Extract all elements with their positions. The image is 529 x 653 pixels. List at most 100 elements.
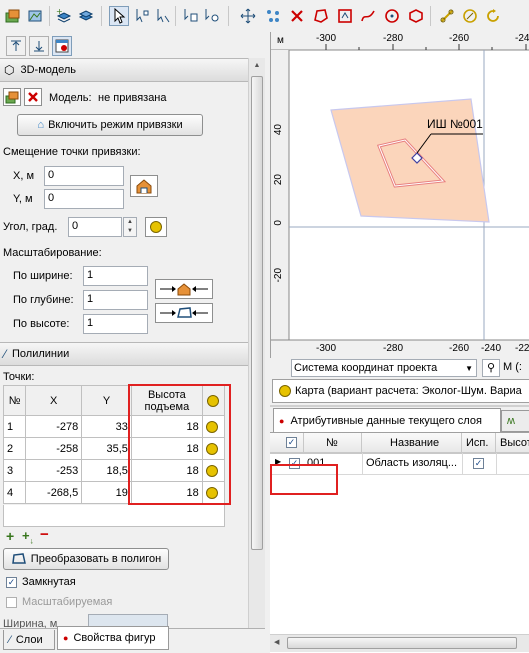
add-point-icon[interactable]: + — [6, 528, 14, 544]
map-view[interactable]: м -300 -280 -260 -240 40 20 0 -20 -300 -… — [270, 32, 529, 358]
row-used-checkbox[interactable]: ✓ — [473, 458, 484, 469]
map-canvas[interactable] — [271, 32, 529, 358]
polyline-panel-header[interactable]: ⁄ Полилинии — [0, 342, 248, 366]
rectangle-icon[interactable] — [406, 6, 426, 26]
main-toolbar: + — [0, 0, 529, 32]
remove-point-icon[interactable]: − — [40, 526, 49, 543]
layer-add-icon[interactable] — [3, 6, 23, 26]
rotate-icon[interactable] — [483, 6, 503, 26]
table-empty-area — [3, 505, 225, 527]
row-name[interactable]: Область изоляц... — [366, 457, 457, 469]
coord-system-select[interactable]: Система координат проекта ▼ — [291, 359, 477, 377]
col-n[interactable]: № — [2, 385, 27, 416]
layer-map-icon[interactable] — [25, 6, 45, 26]
top-tick-label: -300 — [316, 33, 337, 44]
polyline-icon-small: ⁄ — [4, 347, 7, 361]
depth-label: По глубине: — [13, 294, 74, 306]
zoom-icon[interactable]: ⚲ — [482, 359, 500, 377]
col-x[interactable]: X — [25, 385, 83, 416]
height-label: По высоте: — [13, 318, 70, 330]
move-node-icon[interactable] — [202, 6, 222, 26]
y-offset-input[interactable]: 0 — [44, 189, 124, 209]
add-layer-icon[interactable]: + — [54, 6, 74, 26]
map-tab-icon — [279, 385, 291, 397]
snap-icon[interactable] — [460, 6, 480, 26]
move-down-icon[interactable] — [29, 36, 49, 56]
grid-select-col[interactable]: ✓ — [270, 433, 304, 453]
model-panel-header[interactable]: ⬡ 3D-модель — [0, 58, 248, 82]
model-label: Модель: — [49, 92, 92, 104]
bottom-tick-label: -22 — [515, 343, 529, 354]
circle-icon[interactable] — [382, 6, 402, 26]
model-load-icon[interactable] — [3, 88, 21, 106]
angle-spinner[interactable]: ▲ ▼ — [123, 217, 137, 237]
scale-shape-icon[interactable] — [155, 303, 213, 323]
grid-col-name[interactable]: Название — [362, 433, 462, 453]
closed-checkbox[interactable]: ✓ Замкнутая — [6, 576, 76, 588]
left-panel-scrollbar[interactable]: ▲ — [248, 58, 265, 630]
col-y[interactable]: Y — [81, 385, 132, 416]
pointer-icon[interactable] — [109, 6, 129, 26]
shape-icon[interactable] — [311, 6, 331, 26]
grid-col-height[interactable]: Высот — [496, 433, 529, 453]
grid-col-used[interactable]: Исп. — [462, 433, 496, 453]
scale-title: Масштабирование: — [3, 247, 102, 259]
svg-text:+: + — [56, 8, 63, 16]
move-up-icon[interactable] — [6, 36, 26, 56]
polyline-icon[interactable] — [358, 6, 378, 26]
delete-icon[interactable] — [287, 6, 307, 26]
scroll-thumb[interactable] — [251, 76, 263, 550]
top-tick-label: -240 — [515, 33, 529, 44]
node-pointer-icon[interactable] — [132, 6, 152, 26]
feature-label[interactable]: ИШ №001 — [427, 117, 483, 131]
tab-attributes[interactable]: ● Атрибутивные данные текущего слоя — [273, 408, 501, 432]
properties-icon[interactable] — [52, 36, 72, 56]
height-input[interactable]: 1 — [83, 314, 148, 334]
axis-unit-label: м — [277, 35, 284, 46]
bottom-tick-label: -300 — [316, 343, 337, 354]
scale-house-icon[interactable] — [155, 279, 213, 299]
map-tab[interactable]: Карта (вариант расчета: Эколог-Шум. Вари… — [272, 379, 529, 403]
layers-icon[interactable] — [76, 6, 96, 26]
select-icon[interactable] — [153, 6, 173, 26]
left-tick-label: 20 — [273, 174, 284, 186]
convert-polygon-button[interactable]: Преобразовать в полигон — [3, 548, 169, 570]
closed-check-mark: ✓ — [6, 576, 17, 588]
attr-tab-icon: ● — [279, 415, 285, 426]
model-remove-icon[interactable] — [24, 88, 42, 106]
copy-icon[interactable] — [181, 6, 201, 26]
points-label: Точки: — [3, 371, 35, 383]
scalable-label: Масштабируемая — [22, 596, 113, 608]
depth-input[interactable]: 1 — [83, 290, 148, 310]
scalable-checkbox[interactable]: Масштабируемая — [6, 596, 112, 608]
bottom-tick-label: -260 — [449, 343, 470, 354]
left-panel: ⬡ 3D-модель Модель: не привязана ⌂ Включ… — [0, 58, 265, 630]
bind-mode-button[interactable]: ⌂ Включить режим привязки — [17, 114, 203, 136]
x-label: X, м — [13, 170, 35, 182]
select-all-checkbox[interactable]: ✓ — [286, 437, 297, 448]
attr-hscrollbar[interactable]: ◀ — [270, 634, 529, 652]
curve-icon[interactable] — [335, 6, 355, 26]
tab-other[interactable]: ʍ — [501, 410, 529, 432]
move-icon[interactable] — [238, 6, 258, 26]
link-icon[interactable] — [437, 6, 457, 26]
x-offset-input[interactable]: 0 — [44, 166, 124, 186]
scroll-up-arrow[interactable]: ▲ — [249, 58, 265, 74]
angle-pick-icon[interactable] — [145, 217, 167, 237]
tab-layers[interactable]: ⁄ Слои — [3, 630, 55, 650]
scatter-icon[interactable] — [263, 6, 283, 26]
width-label: По ширине: — [13, 270, 73, 282]
scroll-left-arrow[interactable]: ◀ — [274, 638, 279, 646]
cube-icon: ⬡ — [4, 63, 15, 77]
model-status: не привязана — [98, 92, 167, 104]
tab-shape-props[interactable]: ● Свойства фигур — [57, 626, 169, 650]
y-label: Y, м — [13, 193, 33, 205]
hscroll-thumb[interactable] — [287, 637, 517, 649]
grid-col-n[interactable]: № — [304, 433, 362, 453]
insert-point-icon[interactable]: +↓ — [22, 528, 34, 546]
shape-props-tab-icon: ● — [63, 633, 69, 643]
polygon-icon — [11, 553, 26, 564]
width-input[interactable]: 1 — [83, 266, 148, 286]
angle-input[interactable]: 0 — [68, 217, 122, 237]
pick-point-icon[interactable] — [130, 175, 158, 197]
